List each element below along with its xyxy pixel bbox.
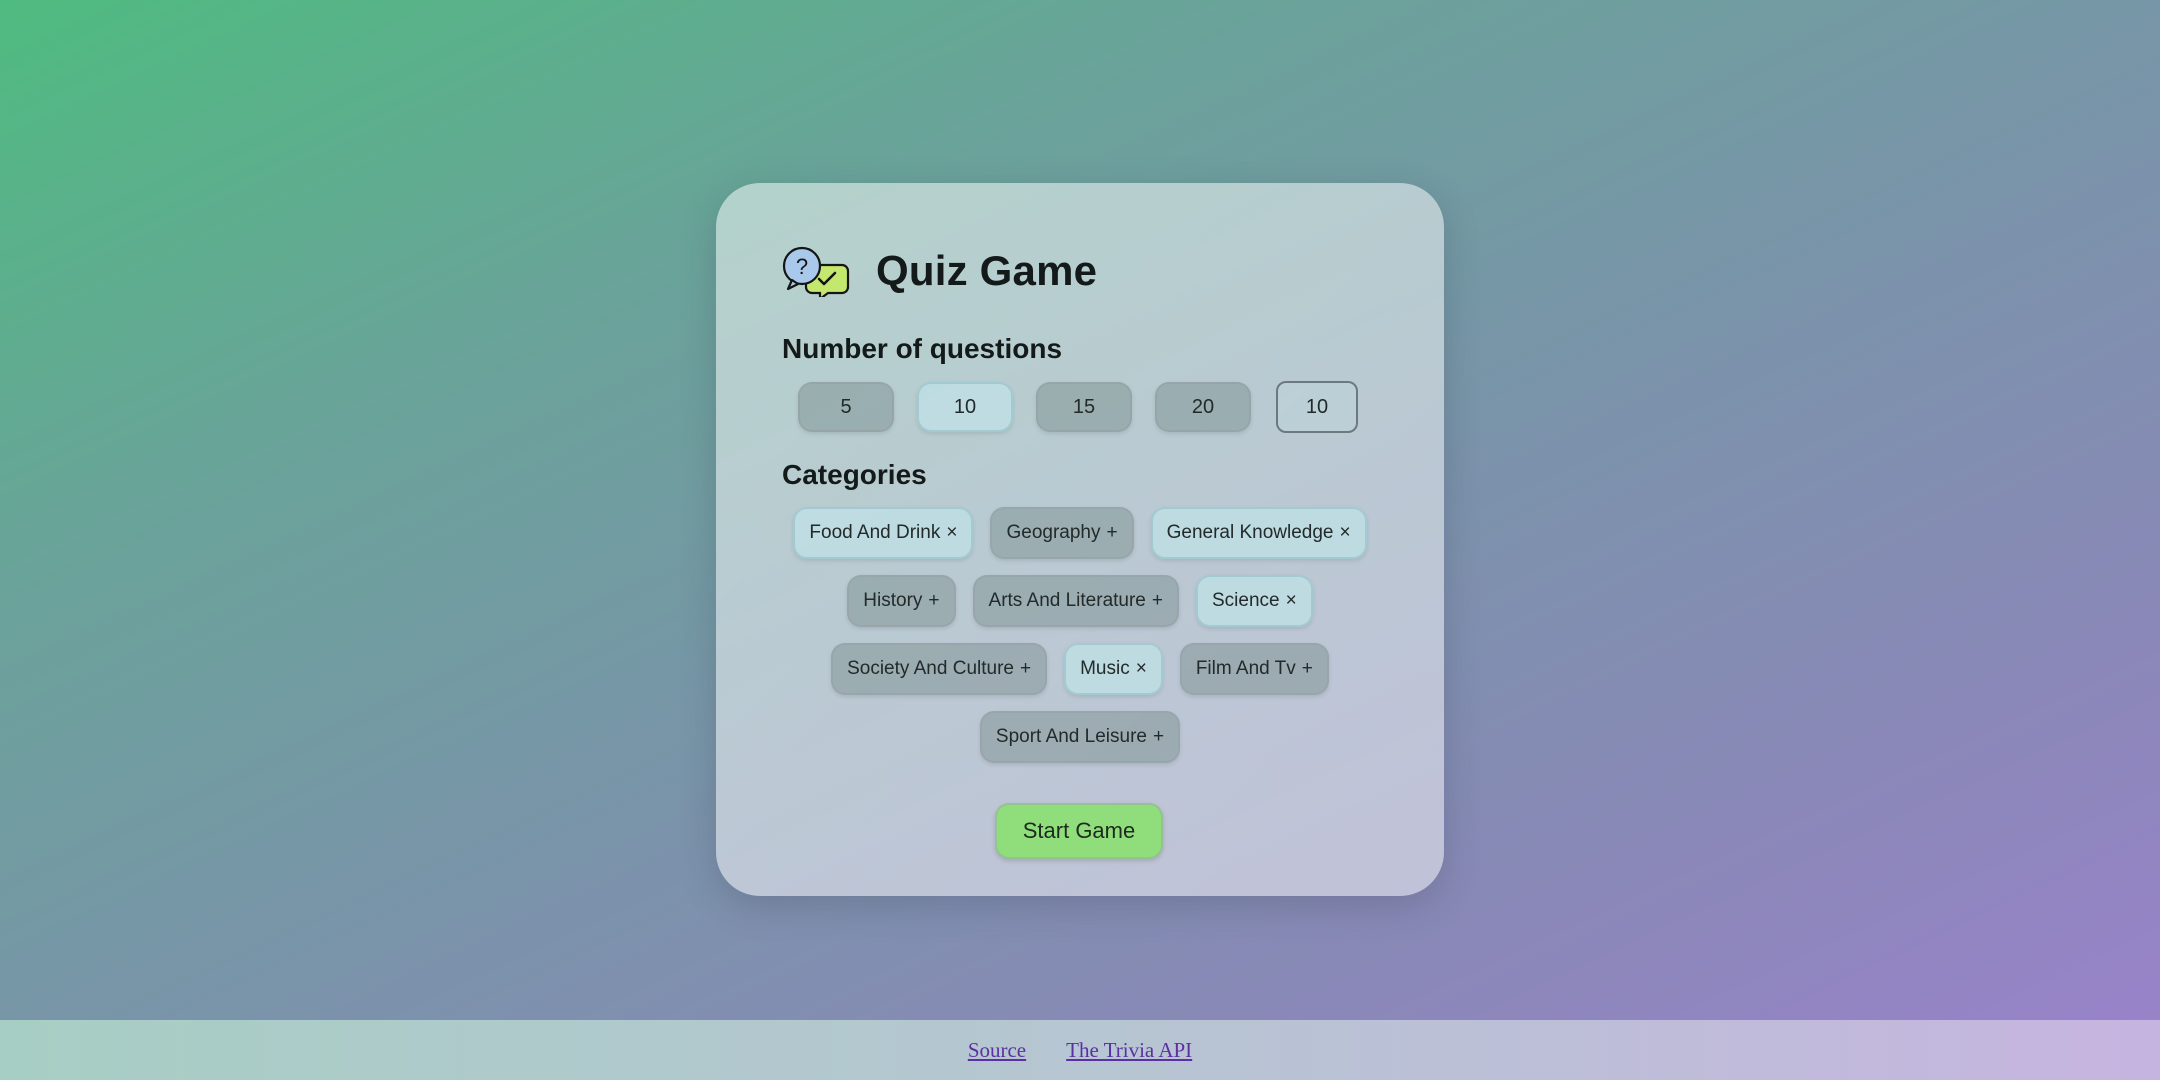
- category-chip-label: History: [863, 590, 923, 611]
- category-chip-society-and-culture[interactable]: Society And Culture +: [831, 643, 1048, 695]
- add-icon: +: [928, 590, 940, 611]
- add-icon: +: [1019, 658, 1032, 679]
- questions-section-title: Number of questions: [782, 333, 1063, 364]
- source-link[interactable]: Source: [968, 1038, 1026, 1063]
- category-chip-label: Music: [1080, 658, 1130, 679]
- category-chip-geography[interactable]: Geography +: [990, 507, 1134, 559]
- category-chip-history[interactable]: History +: [847, 575, 956, 627]
- add-icon: +: [1301, 658, 1313, 679]
- category-chip-food-and-drink[interactable]: Food And Drink ×: [793, 507, 974, 559]
- add-icon: +: [1151, 590, 1163, 611]
- svg-text:?: ?: [796, 254, 808, 279]
- quiz-speech-bubbles-icon: ?: [782, 246, 850, 297]
- remove-icon: ×: [946, 522, 958, 543]
- category-chip-label: Food And Drink: [809, 522, 941, 543]
- footer: Source The Trivia API: [0, 1020, 2160, 1080]
- category-chip-general-knowledge[interactable]: General Knowledge ×: [1150, 507, 1367, 559]
- remove-icon: ×: [1285, 590, 1297, 611]
- question-count-options: 5 10 15 20: [782, 381, 1378, 433]
- category-chips: Food And Drink × Geography + General Kno…: [782, 507, 1378, 763]
- quiz-setup-card: ? Quiz Game Number of questions 5 10 15 …: [716, 183, 1444, 896]
- category-chip-label: Science: [1212, 590, 1280, 611]
- category-chip-label: Society And Culture: [847, 658, 1014, 679]
- start-game-button[interactable]: Start Game: [995, 803, 1163, 859]
- question-count-10-button[interactable]: 10: [917, 382, 1013, 432]
- add-icon: +: [1152, 726, 1165, 747]
- category-chip-label: Film And Tv: [1195, 658, 1296, 679]
- question-count-20-button[interactable]: 20: [1155, 382, 1251, 432]
- category-chip-music[interactable]: Music ×: [1064, 643, 1163, 695]
- category-chip-film-and-tv[interactable]: Film And Tv +: [1179, 643, 1329, 695]
- remove-icon: ×: [1135, 658, 1147, 679]
- category-chip-science[interactable]: Science ×: [1196, 575, 1313, 627]
- add-icon: +: [1106, 522, 1118, 543]
- categories-section-title: Categories: [782, 459, 927, 490]
- question-count-input[interactable]: [1276, 381, 1358, 433]
- category-chip-label: Arts And Literature: [988, 590, 1146, 611]
- category-chip-sport-and-leisure[interactable]: Sport And Leisure +: [979, 711, 1181, 763]
- category-chip-label: General Knowledge: [1166, 522, 1334, 543]
- remove-icon: ×: [1339, 522, 1351, 543]
- trivia-api-link[interactable]: The Trivia API: [1066, 1038, 1192, 1063]
- question-count-15-button[interactable]: 15: [1036, 382, 1132, 432]
- category-chip-arts-and-literature[interactable]: Arts And Literature +: [972, 575, 1179, 627]
- page-title: Quiz Game: [876, 247, 1098, 294]
- category-chip-label: Sport And Leisure: [995, 726, 1147, 747]
- card-header: ? Quiz Game: [782, 243, 1378, 299]
- question-count-5-button[interactable]: 5: [798, 382, 894, 432]
- category-chip-label: Geography: [1006, 522, 1101, 543]
